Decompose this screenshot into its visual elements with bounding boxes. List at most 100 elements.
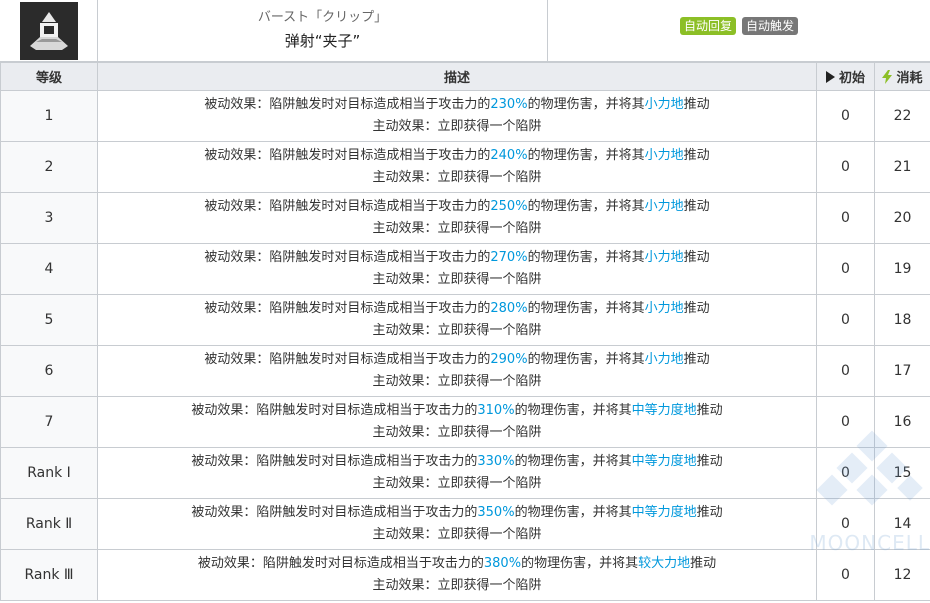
active-effect-line: 主动效果：立即获得一个陷阱 bbox=[372, 425, 542, 440]
passive-effect-suffix: 推动 bbox=[683, 97, 710, 112]
desc-cell: 被动效果：陷阱触发时对目标造成相当于攻击力的230%的物理伤害，并将其小力地推动… bbox=[97, 90, 817, 142]
sp-cost-cell: 12 bbox=[874, 549, 930, 601]
table-row: 4 被动效果：陷阱触发时对目标造成相当于攻击力的270%的物理伤害，并将其小力地推… bbox=[0, 243, 930, 295]
passive-effect-suffix: 推动 bbox=[696, 505, 723, 520]
push-force-term: 小力地 bbox=[644, 352, 684, 367]
level-cell: 1 bbox=[0, 90, 98, 142]
passive-effect-line: 被动效果：陷阱触发时对目标造成相当于攻击力的250%的物理伤害，并将其小力地推动 bbox=[98, 196, 816, 218]
passive-effect-line: 被动效果：陷阱触发时对目标造成相当于攻击力的310%的物理伤害，并将其中等力度地… bbox=[98, 400, 816, 422]
desc-cell: 被动效果：陷阱触发时对目标造成相当于攻击力的280%的物理伤害，并将其小力地推动… bbox=[97, 294, 817, 346]
initial-sp-cell: 0 bbox=[816, 549, 875, 601]
desc-cell: 被动效果：陷阱触发时对目标造成相当于攻击力的350%的物理伤害，并将其中等力度地… bbox=[97, 498, 817, 550]
push-force-term: 中等力度地 bbox=[631, 403, 697, 418]
skill-badges: 自动回复 自动触发 bbox=[548, 0, 930, 61]
header-desc: 描述 bbox=[97, 62, 817, 91]
passive-effect-middle: 的物理伤害，并将其 bbox=[527, 148, 645, 163]
table-row: 5 被动效果：陷阱触发时对目标造成相当于攻击力的280%的物理伤害，并将其小力地推… bbox=[0, 294, 930, 346]
sp-cost-cell: 22 bbox=[874, 90, 930, 142]
push-force-term: 小力地 bbox=[644, 301, 684, 316]
passive-effect-prefix: 被动效果：陷阱触发时对目标造成相当于攻击力的 bbox=[204, 250, 491, 265]
active-effect-line: 主动效果：立即获得一个陷阱 bbox=[372, 476, 542, 491]
passive-effect-suffix: 推动 bbox=[690, 556, 717, 571]
desc-cell: 被动效果：陷阱触发时对目标造成相当于攻击力的380%的物理伤害，并将其较大力地推… bbox=[97, 549, 817, 601]
header-cost-label: 消耗 bbox=[896, 71, 923, 86]
push-force-term: 较大力地 bbox=[638, 556, 691, 571]
passive-effect-prefix: 被动效果：陷阱触发时对目标造成相当于攻击力的 bbox=[204, 97, 491, 112]
damage-percent: 280% bbox=[490, 301, 528, 316]
passive-effect-prefix: 被动效果：陷阱触发时对目标造成相当于攻击力的 bbox=[204, 199, 491, 214]
active-effect-line: 主动效果：立即获得一个陷阱 bbox=[372, 221, 542, 236]
badge-auto-recovery: 自动回复 bbox=[679, 17, 736, 35]
passive-effect-prefix: 被动效果：陷阱触发时对目标造成相当于攻击力的 bbox=[197, 556, 484, 571]
damage-percent: 350% bbox=[477, 505, 515, 520]
passive-effect-prefix: 被动效果：陷阱触发时对目标造成相当于攻击力的 bbox=[204, 301, 491, 316]
active-effect-line: 主动效果：立即获得一个陷阱 bbox=[372, 578, 542, 593]
desc-cell: 被动效果：陷阱触发时对目标造成相当于攻击力的290%的物理伤害，并将其小力地推动… bbox=[97, 345, 817, 397]
passive-effect-suffix: 推动 bbox=[683, 148, 710, 163]
passive-effect-prefix: 被动效果：陷阱触发时对目标造成相当于攻击力的 bbox=[204, 148, 491, 163]
table-row: 1 被动效果：陷阱触发时对目标造成相当于攻击力的230%的物理伤害，并将其小力地推… bbox=[0, 90, 930, 142]
sp-cost-cell: 17 bbox=[874, 345, 930, 397]
skill-level-table: 等级 描述 初始 消耗 1 被动效果：陷阱触发时对目标造成相当于攻击力的230%… bbox=[0, 62, 930, 601]
table-row: Rank Ⅰ 被动效果：陷阱触发时对目标造成相当于攻击力的330%的物理伤害，并将… bbox=[0, 447, 930, 499]
damage-percent: 230% bbox=[490, 97, 528, 112]
lightning-bolt-icon bbox=[882, 69, 893, 84]
passive-effect-middle: 的物理伤害，并将其 bbox=[514, 454, 632, 469]
passive-effect-suffix: 推动 bbox=[683, 250, 710, 265]
level-cell: 4 bbox=[0, 243, 98, 295]
passive-effect-line: 被动效果：陷阱触发时对目标造成相当于攻击力的290%的物理伤害，并将其小力地推动 bbox=[98, 349, 816, 371]
active-effect-line: 主动效果：立即获得一个陷阱 bbox=[372, 527, 542, 542]
passive-effect-middle: 的物理伤害，并将其 bbox=[527, 250, 645, 265]
initial-sp-cell: 0 bbox=[816, 294, 875, 346]
table-row: 3 被动效果：陷阱触发时对目标造成相当于攻击力的250%的物理伤害，并将其小力地推… bbox=[0, 192, 930, 244]
skill-name-cn: 弹射“夹子” bbox=[284, 31, 361, 50]
skill-name-jp: バースト「クリップ」 bbox=[257, 9, 388, 25]
skill-clip-icon bbox=[19, 1, 78, 60]
push-force-term: 中等力度地 bbox=[631, 454, 697, 469]
passive-effect-middle: 的物理伤害，并将其 bbox=[514, 505, 632, 520]
damage-percent: 330% bbox=[477, 454, 515, 469]
level-cell: 7 bbox=[0, 396, 98, 448]
passive-effect-middle: 的物理伤害，并将其 bbox=[527, 352, 645, 367]
initial-sp-cell: 0 bbox=[816, 243, 875, 295]
initial-sp-cell: 0 bbox=[816, 345, 875, 397]
initial-sp-cell: 0 bbox=[816, 396, 875, 448]
table-row: Rank Ⅲ 被动效果：陷阱触发时对目标造成相当于攻击力的380%的物理伤害，并将… bbox=[0, 549, 930, 601]
skill-icon-cell bbox=[0, 0, 98, 61]
sp-cost-cell: 16 bbox=[874, 396, 930, 448]
sp-cost-cell: 20 bbox=[874, 192, 930, 244]
sp-cost-cell: 15 bbox=[874, 447, 930, 499]
passive-effect-middle: 的物理伤害，并将其 bbox=[527, 199, 645, 214]
passive-effect-suffix: 推动 bbox=[683, 301, 710, 316]
damage-percent: 310% bbox=[477, 403, 515, 418]
passive-effect-line: 被动效果：陷阱触发时对目标造成相当于攻击力的240%的物理伤害，并将其小力地推动 bbox=[98, 145, 816, 167]
passive-effect-prefix: 被动效果：陷阱触发时对目标造成相当于攻击力的 bbox=[191, 454, 478, 469]
desc-cell: 被动效果：陷阱触发时对目标造成相当于攻击力的270%的物理伤害，并将其小力地推动… bbox=[97, 243, 817, 295]
passive-effect-line: 被动效果：陷阱触发时对目标造成相当于攻击力的230%的物理伤害，并将其小力地推动 bbox=[98, 94, 816, 116]
skill-panel: バースト「クリップ」 弹射“夹子” 自动回复 自动触发 等级 描述 初始 消耗 … bbox=[0, 0, 930, 603]
active-effect-line: 主动效果：立即获得一个陷阱 bbox=[372, 374, 542, 389]
badge-auto-trigger: 自动触发 bbox=[742, 17, 799, 35]
passive-effect-line: 被动效果：陷阱触发时对目标造成相当于攻击力的350%的物理伤害，并将其中等力度地… bbox=[98, 502, 816, 524]
sp-cost-cell: 18 bbox=[874, 294, 930, 346]
sp-cost-cell: 21 bbox=[874, 141, 930, 193]
initial-sp-cell: 0 bbox=[816, 90, 875, 142]
passive-effect-line: 被动效果：陷阱触发时对目标造成相当于攻击力的380%的物理伤害，并将其较大力地推… bbox=[98, 553, 816, 575]
level-cell: Rank Ⅲ bbox=[0, 549, 98, 601]
skill-header: バースト「クリップ」 弹射“夹子” 自动回复 自动触发 bbox=[0, 0, 930, 62]
passive-effect-middle: 的物理伤害，并将其 bbox=[521, 556, 639, 571]
level-cell: 3 bbox=[0, 192, 98, 244]
table-row: 2 被动效果：陷阱触发时对目标造成相当于攻击力的240%的物理伤害，并将其小力地推… bbox=[0, 141, 930, 193]
passive-effect-middle: 的物理伤害，并将其 bbox=[527, 97, 645, 112]
push-force-term: 小力地 bbox=[644, 148, 684, 163]
passive-effect-prefix: 被动效果：陷阱触发时对目标造成相当于攻击力的 bbox=[191, 403, 478, 418]
level-cell: Rank Ⅱ bbox=[0, 498, 98, 550]
header-cost: 消耗 bbox=[874, 62, 930, 91]
active-effect-line: 主动效果：立即获得一个陷阱 bbox=[372, 119, 542, 134]
table-row: 7 被动效果：陷阱触发时对目标造成相当于攻击力的310%的物理伤害，并将其中等力度… bbox=[0, 396, 930, 448]
table-row: Rank Ⅱ 被动效果：陷阱触发时对目标造成相当于攻击力的350%的物理伤害，并将… bbox=[0, 498, 930, 550]
initial-sp-cell: 0 bbox=[816, 192, 875, 244]
sp-cost-cell: 19 bbox=[874, 243, 930, 295]
header-initial-label: 初始 bbox=[838, 71, 865, 86]
level-cell: 5 bbox=[0, 294, 98, 346]
